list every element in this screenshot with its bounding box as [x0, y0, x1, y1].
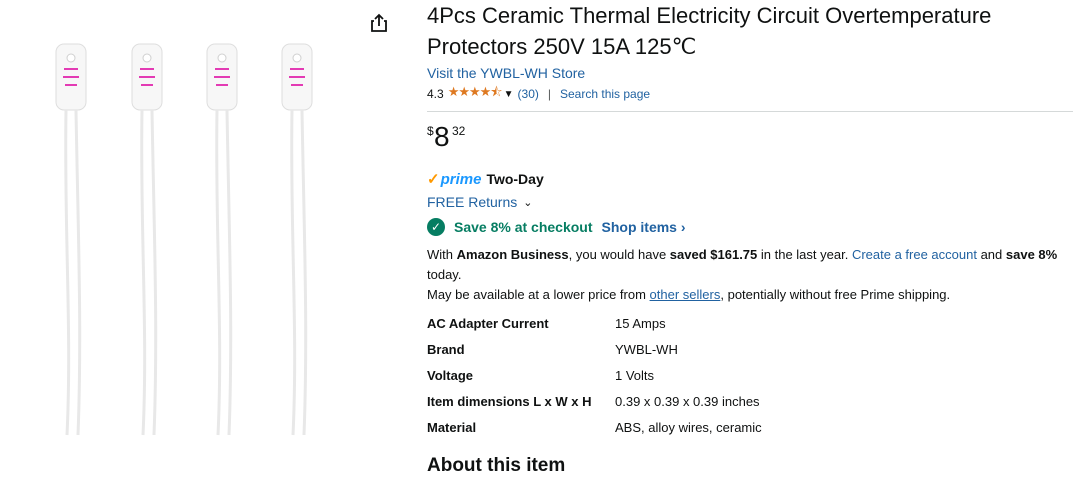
- product-info: 4Pcs Ceramic Thermal Electricity Circuit…: [427, 0, 1073, 440]
- biz-middle: , you would have: [568, 247, 670, 262]
- review-count-link[interactable]: (30): [518, 87, 539, 101]
- other-sellers-link[interactable]: other sellers: [650, 287, 721, 302]
- spec-value: 1 Volts: [615, 367, 655, 383]
- store-link[interactable]: Visit the YWBL-WH Store: [427, 65, 1073, 81]
- biz-save-bold: save 8%: [1005, 247, 1058, 262]
- price: $ 8 32: [427, 122, 1073, 152]
- save-promo: ✓ Save 8% at checkout Shop items ›: [427, 217, 1073, 237]
- prime-check-icon: ✓: [427, 171, 440, 188]
- table-row: AC Adapter Current 15 Amps: [427, 310, 762, 336]
- thermal-protector-image-1: [55, 43, 87, 436]
- business-offer: With Amazon Business, you would have sav…: [427, 245, 1073, 305]
- biz-saved: saved $161.75: [669, 247, 758, 262]
- save-text: Save 8% at checkout: [454, 219, 593, 235]
- price-whole: 8: [434, 121, 450, 152]
- biz-and: and: [976, 247, 1006, 262]
- spec-value: YWBL-WH: [615, 341, 678, 357]
- shop-items-label: Shop items: [601, 219, 677, 235]
- star-rating-icon[interactable]: ★★★★⯪: [448, 83, 503, 105]
- rating-value: 4.3: [427, 87, 444, 101]
- separator: |: [547, 87, 551, 101]
- biz-brand: Amazon Business: [456, 247, 569, 262]
- spec-value: 0.39 x 0.39 x 0.39 inches: [615, 393, 760, 409]
- share-icon[interactable]: [368, 12, 390, 34]
- spec-value: 15 Amps: [615, 315, 666, 331]
- price-symbol: $: [427, 124, 434, 138]
- spec-key: Item dimensions L x W x H: [427, 393, 592, 409]
- create-account-link[interactable]: Create a free account: [852, 247, 977, 262]
- chevron-down-icon[interactable]: ▼: [504, 89, 514, 100]
- biz-prefix: With: [427, 247, 457, 262]
- prime-badge[interactable]: ✓ prime Two-Day: [427, 170, 1073, 189]
- rating-row: 4.3 ★★★★⯪ ▼ (30) | Search this page: [427, 83, 1073, 105]
- divider: [427, 111, 1073, 112]
- spec-key: Brand: [427, 341, 465, 357]
- thermal-protector-image-3: [206, 43, 238, 436]
- lower-price-suffix: , potentially without free Prime shippin…: [720, 287, 951, 302]
- about-heading: About this item: [427, 455, 566, 476]
- shop-items-link[interactable]: Shop items ›: [602, 219, 686, 235]
- spec-key: Material: [427, 419, 477, 435]
- product-image[interactable]: [40, 30, 340, 450]
- price-fraction: 32: [452, 124, 466, 138]
- lower-price-prefix: May be available at a lower price from: [427, 287, 650, 302]
- table-row: Voltage 1 Volts: [427, 362, 762, 388]
- table-row: Brand YWBL-WH: [427, 336, 762, 362]
- biz-after: in the last year.: [757, 247, 852, 262]
- table-row: Material ABS, alloy wires, ceramic: [427, 414, 762, 440]
- checkmark-circle-icon: ✓: [427, 218, 445, 236]
- prime-logo: prime: [440, 170, 482, 188]
- thermal-protector-image-2: [131, 43, 163, 436]
- product-title: 4Pcs Ceramic Thermal Electricity Circuit…: [427, 3, 992, 59]
- chevron-down-icon[interactable]: ⌄: [523, 196, 532, 209]
- spec-value: ABS, alloy wires, ceramic: [615, 419, 762, 435]
- biz-today: today.: [427, 267, 462, 282]
- prime-two-day: Two-Day: [486, 171, 544, 187]
- thermal-protector-image-4: [281, 43, 313, 436]
- spec-key: AC Adapter Current: [427, 315, 549, 331]
- search-this-page-link[interactable]: Search this page: [560, 87, 650, 101]
- table-row: Item dimensions L x W x H 0.39 x 0.39 x 0…: [427, 388, 762, 414]
- free-returns[interactable]: FREE Returns ⌄: [427, 192, 1073, 212]
- free-returns-label: FREE Returns: [427, 194, 518, 210]
- spec-key: Voltage: [427, 367, 473, 383]
- specs-table: AC Adapter Current 15 Amps Brand YWBL-WH V…: [427, 310, 762, 440]
